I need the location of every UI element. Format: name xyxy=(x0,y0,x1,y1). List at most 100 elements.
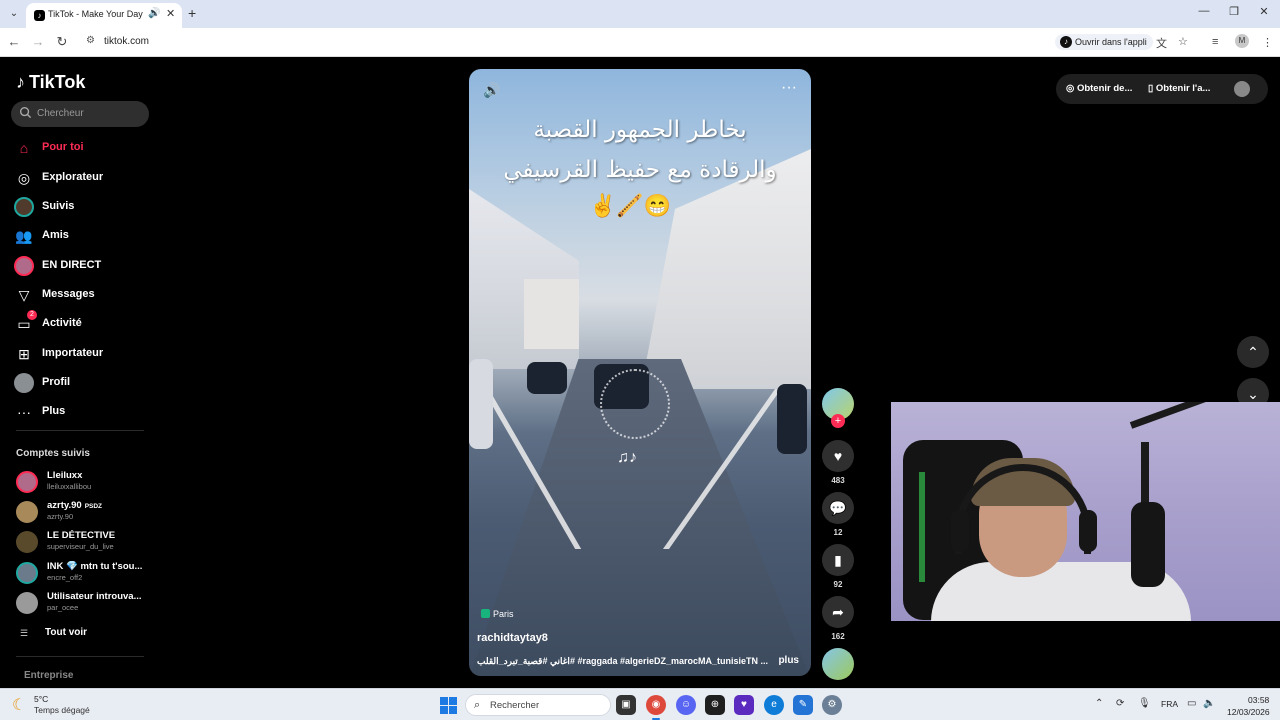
video-scene-building xyxy=(641,149,811,389)
tiktok-logo[interactable]: ♪ TikTok xyxy=(16,72,85,93)
browser-profile-avatar[interactable]: M xyxy=(1235,34,1249,48)
microphone-icon[interactable]: 🎙 xyxy=(1138,698,1151,709)
network-icon[interactable]: ▭ xyxy=(1187,698,1196,709)
language-indicator[interactable]: FRA xyxy=(1161,699,1178,709)
followed-account[interactable]: azrty.90 PSDZ azrty.90 xyxy=(16,499,156,525)
tab-title: TikTok - Make Your Day xyxy=(48,9,143,19)
nav-upload[interactable]: ⊞ Importateur xyxy=(14,342,154,366)
app-icon[interactable]: ✎ xyxy=(793,695,813,715)
tiktok-logo-icon: ♪ xyxy=(16,72,25,92)
video-author[interactable]: rachidtaytay8 xyxy=(477,632,548,644)
site-info-icon[interactable]: ⚙ xyxy=(86,35,95,46)
weather-temperature: 5°C xyxy=(34,694,49,704)
webcam-microphone xyxy=(1131,502,1165,587)
heart-icon: ♥ xyxy=(833,448,843,464)
restore-icon[interactable]: ❐ xyxy=(1224,5,1244,18)
clock-time[interactable]: 03:58 xyxy=(1248,695,1269,705)
nav-for-you[interactable]: ⌂ Pour toi xyxy=(14,136,154,160)
start-button[interactable] xyxy=(440,697,457,714)
minimize-icon[interactable]: — xyxy=(1194,5,1214,17)
app-icon[interactable]: ♥ xyxy=(734,695,754,715)
description-more-button[interactable]: plus xyxy=(778,655,799,666)
reload-icon[interactable]: ↻ xyxy=(54,34,70,50)
divider xyxy=(16,656,144,657)
tray-sync-icon[interactable]: ⟳ xyxy=(1116,698,1124,709)
edge-icon[interactable]: e xyxy=(764,695,784,715)
see-all-label: Tout voir xyxy=(45,627,88,638)
settings-icon[interactable]: ⚙ xyxy=(822,695,842,715)
windows-logo-tile xyxy=(440,706,448,714)
nav-live[interactable]: EN DIRECT xyxy=(14,254,154,278)
share-button[interactable]: ➦ xyxy=(822,596,854,628)
video-scene-car xyxy=(469,359,493,449)
omnibox[interactable]: ⚙ tiktok.com ♪ Ouvrir dans l'appli 文 ☆ xyxy=(80,31,1206,53)
like-button[interactable]: ♥ xyxy=(822,440,854,472)
discord-icon[interactable]: ☺ xyxy=(676,695,696,715)
tray-overflow-icon[interactable]: ⌃ xyxy=(1095,698,1103,709)
account-avatar xyxy=(16,471,38,493)
previous-video-button[interactable]: ⌃ xyxy=(1237,336,1269,368)
clock-date[interactable]: 12/03/2026 xyxy=(1227,707,1270,717)
chrome-icon[interactable]: ◉ xyxy=(646,695,666,715)
video-scene-car xyxy=(527,362,567,394)
nav-profile[interactable]: Profil xyxy=(14,371,154,395)
taskbar-search[interactable]: ⌕ Rechercher xyxy=(465,694,611,716)
get-app-button[interactable]: ▯ Obtenir l'a... xyxy=(1148,83,1210,94)
phone-icon: ▯ xyxy=(1148,83,1156,94)
search-input[interactable]: Chercheur xyxy=(11,101,149,127)
nav-messages[interactable]: ▽ Messages xyxy=(14,283,154,307)
browser-menu-icon[interactable]: ⋮ xyxy=(1262,36,1273,49)
follow-plus-icon[interactable]: + xyxy=(831,414,845,428)
bookmark-star-icon[interactable]: ☆ xyxy=(1178,35,1188,48)
get-coins-button[interactable]: ◎ Obtenir de... xyxy=(1066,83,1132,94)
weather-moon-icon[interactable]: ☾ xyxy=(12,695,26,715)
browser-tab[interactable]: ♪ TikTok - Make Your Day 🔊 ✕ xyxy=(26,3,182,28)
followed-account[interactable]: INK 💎 mtn tu t'sou... encre_off2 xyxy=(16,560,156,586)
tab-search-icon[interactable]: ⌄ xyxy=(6,6,22,22)
nav-label: Activité xyxy=(42,317,82,329)
window-close-icon[interactable]: ✕ xyxy=(1254,5,1274,18)
open-in-app-button[interactable]: ♪ Ouvrir dans l'appli xyxy=(1055,34,1153,50)
location-tag[interactable]: Paris xyxy=(481,609,514,623)
account-username: lleiluxxallibou xyxy=(47,482,92,491)
account-username: par_ocee xyxy=(47,603,79,612)
webcam-headset-ear xyxy=(1079,510,1097,552)
followed-account[interactable]: LE DÉTECTIVE superviseur_du_live xyxy=(16,529,156,555)
speaker-icon[interactable]: 🔈 xyxy=(1203,698,1215,709)
tab-close-icon[interactable]: ✕ xyxy=(166,7,175,20)
new-tab-icon[interactable]: + xyxy=(188,5,196,21)
weather-description: Temps dégagé xyxy=(34,705,90,715)
volume-icon[interactable]: 🔊 xyxy=(483,82,500,99)
forward-icon[interactable]: → xyxy=(30,34,46,49)
back-icon[interactable]: ← xyxy=(6,34,22,49)
app-icon[interactable]: ⊕ xyxy=(705,695,725,715)
taskbar-search-label: Rechercher xyxy=(490,700,540,711)
video-more-icon[interactable]: ··· xyxy=(781,79,797,97)
media-controls-icon[interactable]: ≡ xyxy=(1212,36,1218,48)
webcam-overlay xyxy=(891,402,1280,621)
nav-activity[interactable]: ▭ 2 Activité xyxy=(14,310,154,336)
video-caption-emoji: ✌️🪈😁 xyxy=(589,193,672,218)
sound-disc[interactable] xyxy=(822,648,854,680)
account-username: azrty.90 xyxy=(47,512,74,521)
followed-account[interactable]: Lleiluxx lleiluxxallibou xyxy=(16,469,156,495)
followed-account[interactable]: Utilisateur introuva... par_ocee xyxy=(16,590,156,616)
footer-company-link[interactable]: Entreprise xyxy=(24,670,73,681)
account-name: Lleiluxx xyxy=(47,470,83,481)
tab-audio-icon[interactable]: 🔊 xyxy=(148,8,160,19)
comment-count: 12 xyxy=(833,528,843,537)
nav-explore[interactable]: ◎ Explorateur xyxy=(14,166,154,190)
save-button[interactable]: ▮ xyxy=(822,544,854,576)
tiktok-page: ♪ TikTok Chercheur ⌂ Pour toi ◎ Explorate… xyxy=(0,58,1280,688)
url-text[interactable]: tiktok.com xyxy=(104,36,149,47)
translate-icon[interactable]: 文 xyxy=(1156,35,1167,51)
sidebar: ♪ TikTok Chercheur ⌂ Pour toi ◎ Explorate… xyxy=(0,58,160,688)
nav-more[interactable]: ··· Plus xyxy=(14,400,154,424)
user-avatar[interactable] xyxy=(1234,81,1250,97)
file-explorer-icon[interactable]: ▣ xyxy=(616,695,636,715)
nav-friends[interactable]: 👥 Amis xyxy=(14,224,154,248)
nav-label: Profil xyxy=(42,376,71,388)
comment-button[interactable]: 💬 xyxy=(822,492,854,524)
video-player[interactable]: ♫♪ 🔊 ··· بخاطر الجمهور القصبة والرقادة م… xyxy=(469,69,811,676)
nav-following[interactable]: Suivis xyxy=(14,195,154,219)
